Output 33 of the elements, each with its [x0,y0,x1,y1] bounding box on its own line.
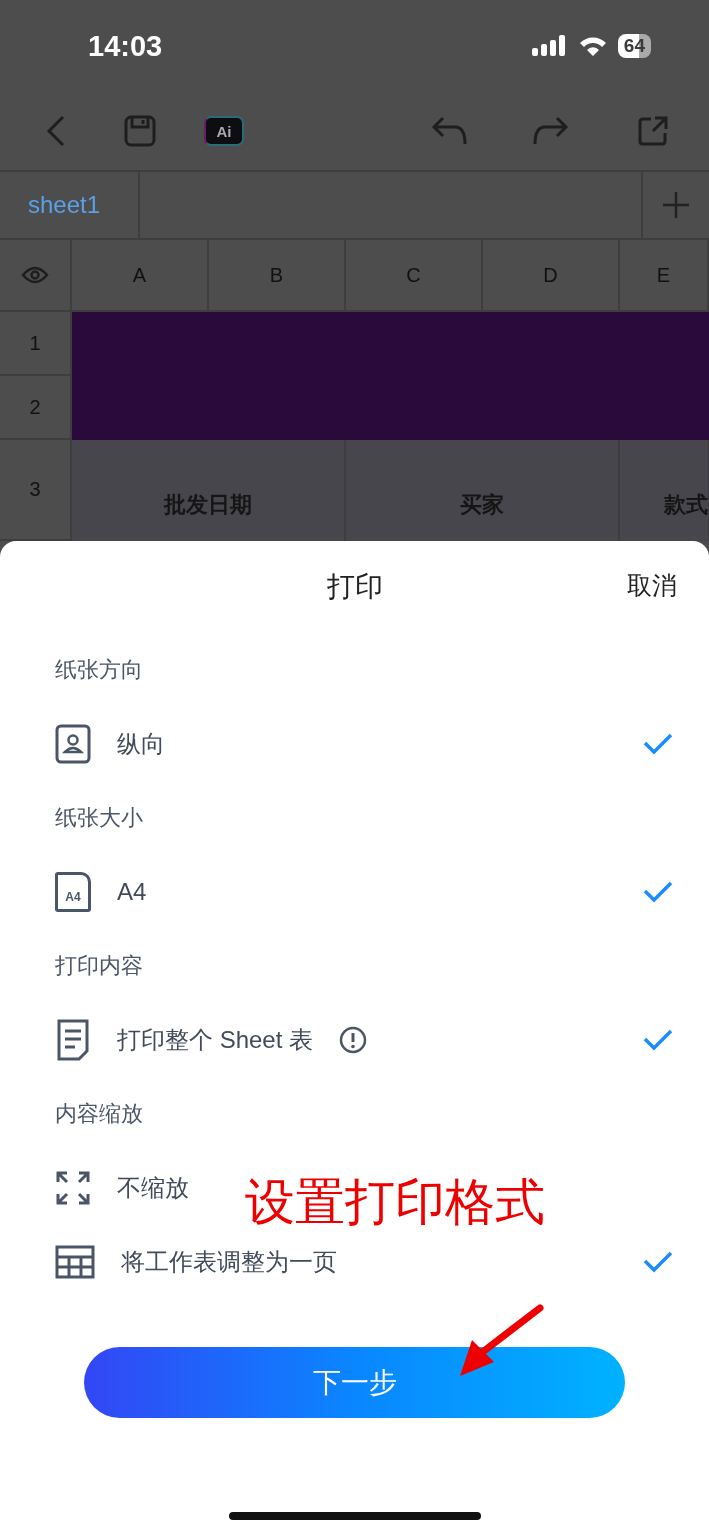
plus-icon[interactable] [661,190,691,220]
a4-paper-icon: A4 [55,872,91,912]
table-icon [55,1245,95,1279]
battery-indicator: 64 [617,34,651,58]
next-button[interactable]: 下一步 [84,1347,625,1418]
section-label: 打印内容 [54,952,143,980]
back-icon[interactable] [46,115,66,147]
ai-button[interactable]: Ai [204,116,244,146]
status-time: 14:03 [88,29,163,63]
sheet-title: 打印 [326,570,383,604]
annotation-text: 设置打印格式 [245,1173,545,1232]
document-icon [55,1019,91,1061]
info-icon[interactable] [339,1026,368,1054]
portrait-icon [55,724,91,764]
cancel-button[interactable]: 取消 [627,569,677,602]
option-label[interactable]: 打印整个 Sheet 表 [117,1024,314,1056]
column-header[interactable]: C [346,240,483,310]
column-header[interactable]: A [72,240,209,310]
section-label: 纸张方向 [54,656,143,684]
section-label: 纸张大小 [54,804,143,832]
column-header[interactable]: E [620,240,709,310]
eye-icon[interactable] [21,266,49,284]
column-header[interactable]: B [209,240,346,310]
option-label[interactable]: A4 [117,878,147,906]
section-label: 内容缩放 [54,1100,143,1128]
option-label[interactable]: 纵向 [117,728,165,760]
column-header[interactable]: D [483,240,620,310]
table-cell: 买家 [346,440,620,541]
option-label[interactable]: 不缩放 [117,1172,189,1204]
table-cell: 款式 [620,440,709,541]
option-label[interactable]: 将工作表调整为一页 [121,1246,337,1278]
expand-icon [55,1170,91,1206]
signal-icon [531,34,568,58]
